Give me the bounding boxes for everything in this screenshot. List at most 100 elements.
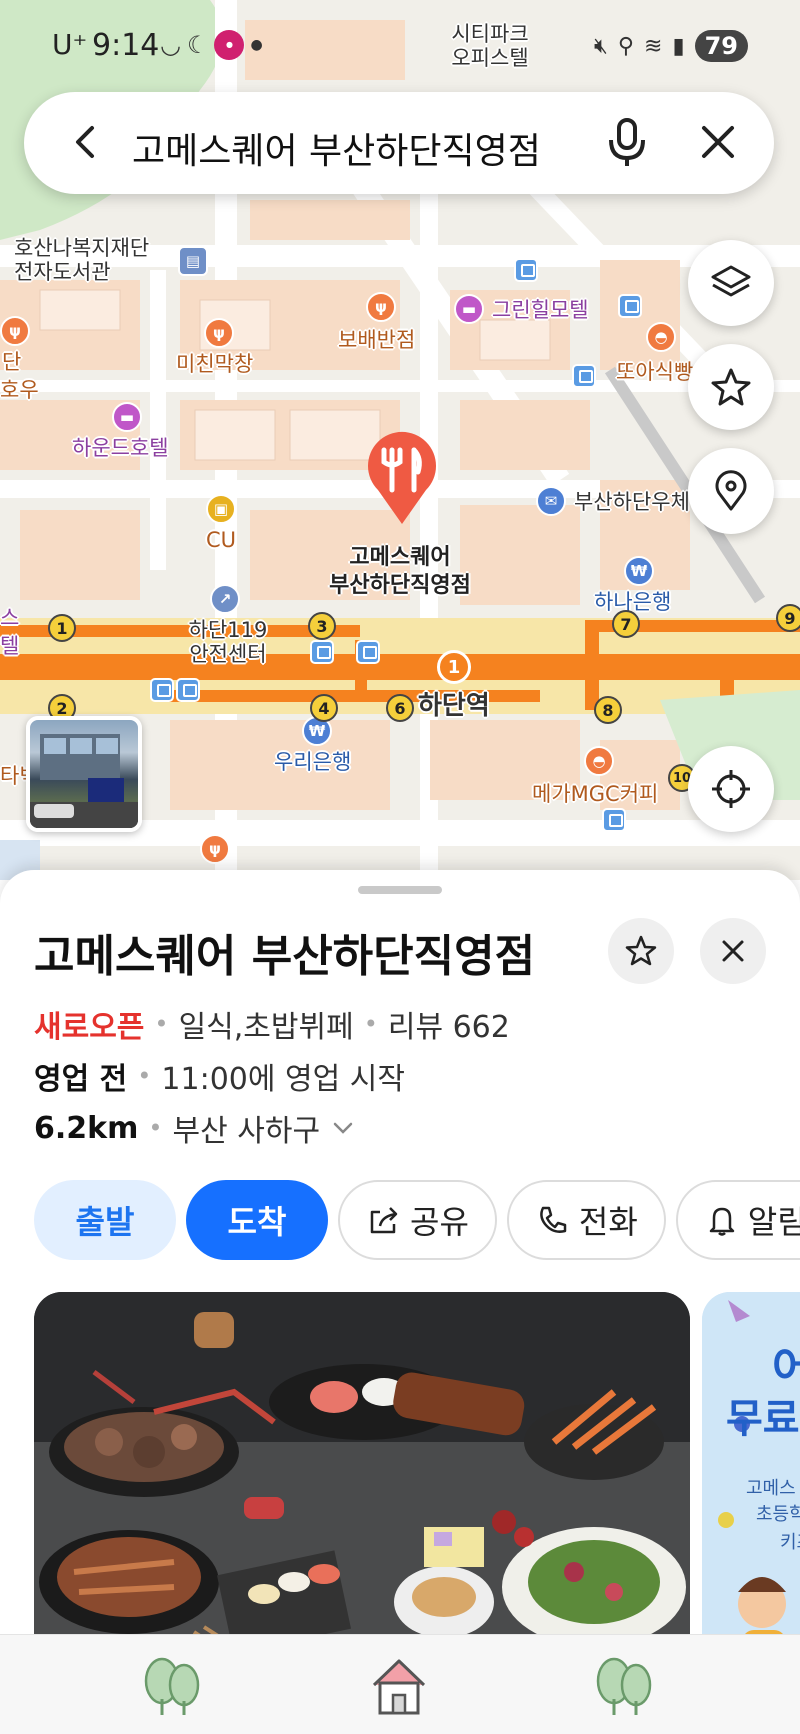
star-icon xyxy=(625,935,657,966)
promo-text-5: 키즈 xyxy=(780,1532,800,1553)
close-icon xyxy=(722,940,744,962)
map-view[interactable]: 시티파크 오피스텔 호산나복지재단 전자도서관 ▤ ▬ 그린힐모텔 ψ 보배반점… xyxy=(0,0,800,880)
map-label-bobae: 보배반점 xyxy=(338,328,416,352)
place-meta-row: 새로오픈 • 일식,초밥뷔페 • 리뷰 662 xyxy=(34,1002,510,1046)
map-label-partial: 호우 xyxy=(0,378,39,402)
current-location-icon xyxy=(712,770,750,808)
subway-exit-1[interactable]: 1 xyxy=(48,614,76,642)
more-dot-icon: ● xyxy=(250,37,263,53)
bell-icon xyxy=(709,1207,735,1236)
hotel-icon: ▬ xyxy=(454,294,484,324)
bank-icon: ₩ xyxy=(624,556,654,586)
promo-text-2: 무료 xyxy=(726,1396,800,1442)
map-label-hadan-station[interactable]: 하단역 xyxy=(418,693,490,719)
subway-line-icon[interactable]: 1 xyxy=(437,650,471,684)
share-button[interactable]: 공유 xyxy=(338,1180,497,1260)
layers-icon xyxy=(711,265,751,297)
map-label-woori-bank: 우리은행 xyxy=(274,750,352,774)
new-open-badge: 새로오픈 xyxy=(34,1010,145,1045)
map-label-haundo: 하운드호텔 xyxy=(72,436,169,460)
distance-row[interactable]: 6.2km • 부산 사하구 xyxy=(34,1106,356,1150)
alarm-label: 알림받 xyxy=(747,1203,800,1241)
my-places-button[interactable] xyxy=(688,448,774,534)
distance-value: 6.2km xyxy=(34,1110,139,1146)
restaurant-icon: ψ xyxy=(366,292,396,322)
search-bar[interactable]: 고메스퀘어 부산하단직영점 xyxy=(24,92,774,194)
subway-exit-7[interactable]: 7 xyxy=(612,610,640,638)
destination-pin-icon[interactable] xyxy=(362,428,442,528)
search-input[interactable]: 고메스퀘어 부산하단직영점 xyxy=(132,122,541,174)
subway-exit-6[interactable]: 6 xyxy=(386,694,414,722)
nav-right-trees-icon[interactable] xyxy=(592,1655,658,1717)
bus-stop-icon[interactable] xyxy=(618,294,642,318)
battery-indicator: 79 xyxy=(694,30,748,62)
fire-station-icon: ↗ xyxy=(210,584,240,614)
carrier-label: U⁺ xyxy=(52,28,88,61)
star-icon xyxy=(711,368,751,406)
hours-row[interactable]: 영업 전 • 11:00에 영업 시작 xyxy=(34,1054,405,1098)
subway-exit-9[interactable]: 9 xyxy=(776,604,800,632)
map-label-michin: 미친막창 xyxy=(176,352,254,376)
subway-exit-8[interactable]: 8 xyxy=(594,696,622,724)
close-sheet-button[interactable] xyxy=(700,918,766,984)
map-label-greenhill: 그린힐모텔 xyxy=(492,298,589,322)
restaurant-icon: ψ xyxy=(204,318,234,348)
location-icon: ⚲ xyxy=(617,33,635,59)
bus-stop-icon[interactable] xyxy=(310,640,334,664)
map-label-hana-bank: 하나은행 xyxy=(594,590,672,614)
bus-stop-icon[interactable] xyxy=(572,364,596,388)
bus-stop-icon[interactable] xyxy=(150,678,174,702)
place-title: 고메스퀘어 부산하단직영점 xyxy=(34,931,536,982)
microphone-icon[interactable] xyxy=(602,116,652,168)
busan-app-icon: ● xyxy=(214,30,245,60)
map-label-post-office: 부산하단우체 xyxy=(574,490,690,514)
arrive-button[interactable]: 도착 xyxy=(186,1180,328,1260)
bus-stop-icon[interactable] xyxy=(514,258,538,282)
bus-stop-icon[interactable] xyxy=(356,640,380,664)
favorites-button[interactable] xyxy=(688,344,774,430)
current-location-button[interactable] xyxy=(688,746,774,832)
share-icon xyxy=(370,1207,398,1234)
place-category: 일식,초밥뷔페 xyxy=(178,1010,354,1045)
map-label-safety-center: 하단119 안전센터 xyxy=(188,618,268,666)
share-label: 공유 xyxy=(410,1203,469,1241)
alarm-button[interactable]: 알림받 xyxy=(675,1180,800,1260)
depart-button[interactable]: 출발 xyxy=(34,1180,176,1260)
subway-exit-4[interactable]: 4 xyxy=(310,694,338,722)
restaurant-icon: ψ xyxy=(0,316,30,346)
clear-search-icon[interactable] xyxy=(696,120,740,164)
map-label-partial: 단 xyxy=(2,350,22,374)
sheet-drag-handle[interactable] xyxy=(358,886,442,894)
nav-left-trees-icon[interactable] xyxy=(140,1655,206,1717)
area-name: 부산 사하구 xyxy=(172,1114,321,1149)
signal-icon: ▮ xyxy=(672,33,685,59)
map-label-partial: 텔 xyxy=(0,634,20,658)
bus-stop-icon[interactable] xyxy=(602,808,626,832)
action-buttons: 출발 도착 공유 전화 알림받 xyxy=(34,1180,800,1260)
restaurant-icon: ψ xyxy=(200,834,230,864)
hours-detail: 11:00에 영업 시작 xyxy=(161,1062,405,1097)
status-time: 9:14 xyxy=(92,28,160,63)
call-label: 전화 xyxy=(578,1203,638,1241)
sync-icon: ◡ xyxy=(160,31,181,59)
place-detail-sheet[interactable]: 고메스퀘어 부산하단직영점 새로오픈 • 일식,초밥뷔페 • 리뷰 662 영업… xyxy=(0,870,800,1734)
subway-exit-3[interactable]: 3 xyxy=(308,612,336,640)
post-office-icon: ✉ xyxy=(536,486,566,516)
map-label-ttoasik: 또아식빵 xyxy=(616,360,694,384)
phone-icon xyxy=(540,1206,567,1233)
save-place-button[interactable] xyxy=(608,918,674,984)
chevron-down-icon[interactable] xyxy=(330,1115,356,1141)
back-arrow-icon[interactable] xyxy=(64,120,108,164)
promo-text-4: 초등학 xyxy=(756,1504,800,1525)
status-bar: U⁺ 9:14 ◡ ☾ ● ● 🔇︎ ⚲ ≋ ▮ 79 xyxy=(0,22,800,72)
promo-text-3: 고메스 xyxy=(746,1478,796,1499)
map-layers-button[interactable] xyxy=(688,240,774,326)
road-view-thumbnail[interactable] xyxy=(26,716,142,832)
destination-label[interactable]: 고메스퀘어 부산하단직영점 xyxy=(329,544,471,600)
call-button[interactable]: 전화 xyxy=(506,1180,666,1260)
map-label-hosan-library: 호산나복지재단 전자도서관 xyxy=(14,236,150,284)
nav-home-icon[interactable] xyxy=(366,1655,432,1717)
bus-stop-icon[interactable] xyxy=(176,678,200,702)
review-count-link[interactable]: 리뷰 662 xyxy=(388,1002,510,1046)
map-label-cu: CU xyxy=(206,528,237,552)
